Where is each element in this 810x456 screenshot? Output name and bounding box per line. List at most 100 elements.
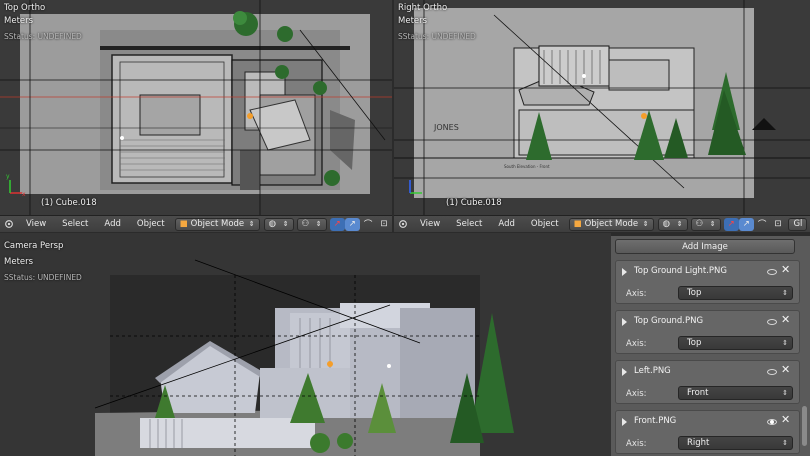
mode-dropdown[interactable]: ■ Object Mode ⇕ [568,217,654,231]
background-image-item: Front.PNG ✕ Axis: Right ⇕ [615,410,800,454]
add-image-button[interactable]: Add Image [615,239,795,254]
sphere-icon: ◍ [268,219,276,229]
right-ortho-header: View Select Add Object ■ Object Mode ⇕ ◍… [394,215,810,232]
eye-icon[interactable] [767,369,777,375]
expand-triangle-icon[interactable] [622,318,627,326]
active-object-label: (1) Cube.018 [446,198,502,208]
close-icon[interactable]: ✕ [781,313,790,326]
translate-toggle[interactable]: ↗ [344,217,360,231]
eye-icon[interactable] [767,419,777,425]
axis-select[interactable]: Right ⇕ [678,436,793,450]
right-ortho-viewport[interactable]: JONES South Elevation - Front Right Orth… [394,0,810,215]
view-name-label: Camera Persp [4,241,64,251]
translate-toggle[interactable]: ↗ [738,217,754,231]
chevron-updown-icon: ⇕ [315,220,322,228]
select-menu[interactable]: Select [54,219,96,229]
mode-label: Object Mode [190,219,245,229]
chevron-updown-icon: ⇕ [782,289,788,297]
chevron-updown-icon: ⇕ [642,220,649,228]
cube-icon: ■ [573,219,582,229]
axis-value: Right [687,438,710,448]
view-menu[interactable]: View [412,219,448,229]
mode-label: Object Mode [584,219,639,229]
status-label: SStatus: UNDEFINED [4,273,82,282]
axis-label: Axis: [626,289,647,299]
manipulator-toggle[interactable]: ↗ [723,217,739,231]
scale-icon: ⊡ [774,219,782,229]
chevron-updown-icon: ⇕ [676,220,683,228]
axis-value: Front [687,388,709,398]
panel-scrollbar[interactable] [802,406,807,446]
axis-label: Axis: [626,439,647,449]
pivot-dropdown[interactable]: ⚇ ⇕ [296,217,327,231]
add-menu[interactable]: Add [96,219,128,229]
camera-icon [5,220,13,228]
add-menu[interactable]: Add [490,219,522,229]
arrow-icon: ↗ [348,219,356,229]
close-icon[interactable]: ✕ [781,413,790,426]
object-menu[interactable]: Object [129,219,173,229]
chevron-updown-icon: ⇕ [282,220,289,228]
axis-select[interactable]: Top ⇕ [678,336,793,350]
scale-toggle[interactable]: ⊡ [770,218,785,231]
layer-dropdown[interactable]: Gl [788,217,808,231]
layer-label: Gl [793,219,803,229]
rotate-icon: ⌒ [757,220,767,230]
cube-icon: ■ [179,219,188,229]
axis-label: Axis: [626,339,647,349]
svg-text:y: y [6,173,10,180]
pivot-icon: ⚇ [301,219,310,229]
chevron-updown-icon: ⇕ [782,439,788,447]
chevron-updown-icon: ⇕ [782,389,788,397]
image-name: Top Ground Light.PNG [634,266,727,276]
axis-value: Top [687,338,702,348]
chevron-updown-icon: ⇕ [248,220,255,228]
background-image-item: Top Ground.PNG ✕ Axis: Top ⇕ [615,310,800,354]
close-icon[interactable]: ✕ [781,263,790,276]
scale-icon: ⊡ [380,219,388,229]
sphere-icon: ◍ [662,219,670,229]
eye-icon[interactable] [767,319,777,325]
object-menu[interactable]: Object [523,219,567,229]
active-object-label: (1) Cube.018 [41,198,97,208]
image-name: Top Ground.PNG [634,316,704,326]
svg-text:x: x [22,191,26,198]
editor-type-button[interactable] [0,218,18,231]
image-name: Front.PNG [634,416,677,426]
rotate-toggle[interactable]: ⌒ [754,218,771,231]
view-menu[interactable]: View [18,219,54,229]
camera-persp-canvas [0,233,611,456]
top-ortho-viewport[interactable]: y x Top Ortho Meters SStatus: UNDEFINED … [0,0,392,215]
rotate-toggle[interactable]: ⌒ [360,218,377,231]
expand-triangle-icon[interactable] [622,268,627,276]
axis-select[interactable]: Front ⇕ [678,386,793,400]
units-label: Meters [398,16,428,26]
background-image-item: Left.PNG ✕ Axis: Front ⇕ [615,360,800,404]
axis-value: Top [687,288,702,298]
image-name: Left.PNG [634,366,671,376]
mode-dropdown[interactable]: ■ Object Mode ⇕ [174,217,260,231]
status-label: SStatus: UNDEFINED [398,32,476,41]
expand-triangle-icon[interactable] [622,368,627,376]
top-ortho-header: View Select Add Object ■ Object Mode ⇕ ◍… [0,215,392,232]
axis-select[interactable]: Top ⇕ [678,286,793,300]
manipulator-toggle[interactable]: ↗ [329,217,345,231]
select-menu[interactable]: Select [448,219,490,229]
eye-icon[interactable] [767,269,777,275]
jones-text: JONES [433,123,459,132]
axis-label: Axis: [626,389,647,399]
units-label: Meters [4,16,34,26]
units-label: Meters [4,257,34,267]
status-label: SStatus: UNDEFINED [4,32,82,41]
editor-type-button[interactable] [394,218,412,231]
camera-persp-viewport[interactable]: Camera Persp Meters SStatus: UNDEFINED [0,233,611,456]
close-icon[interactable]: ✕ [781,363,790,376]
pivot-dropdown[interactable]: ⚇ ⇕ [690,217,721,231]
background-images-panel: Add Image Top Ground Light.PNG ✕ Axis: T… [611,236,810,456]
view-name-label: Top Ortho [4,3,46,13]
shading-dropdown[interactable]: ◍ ⇕ [657,217,688,231]
scale-toggle[interactable]: ⊡ [376,218,391,231]
shading-dropdown[interactable]: ◍ ⇕ [263,217,294,231]
expand-triangle-icon[interactable] [622,418,627,426]
transform-icon: ↗ [727,219,735,229]
